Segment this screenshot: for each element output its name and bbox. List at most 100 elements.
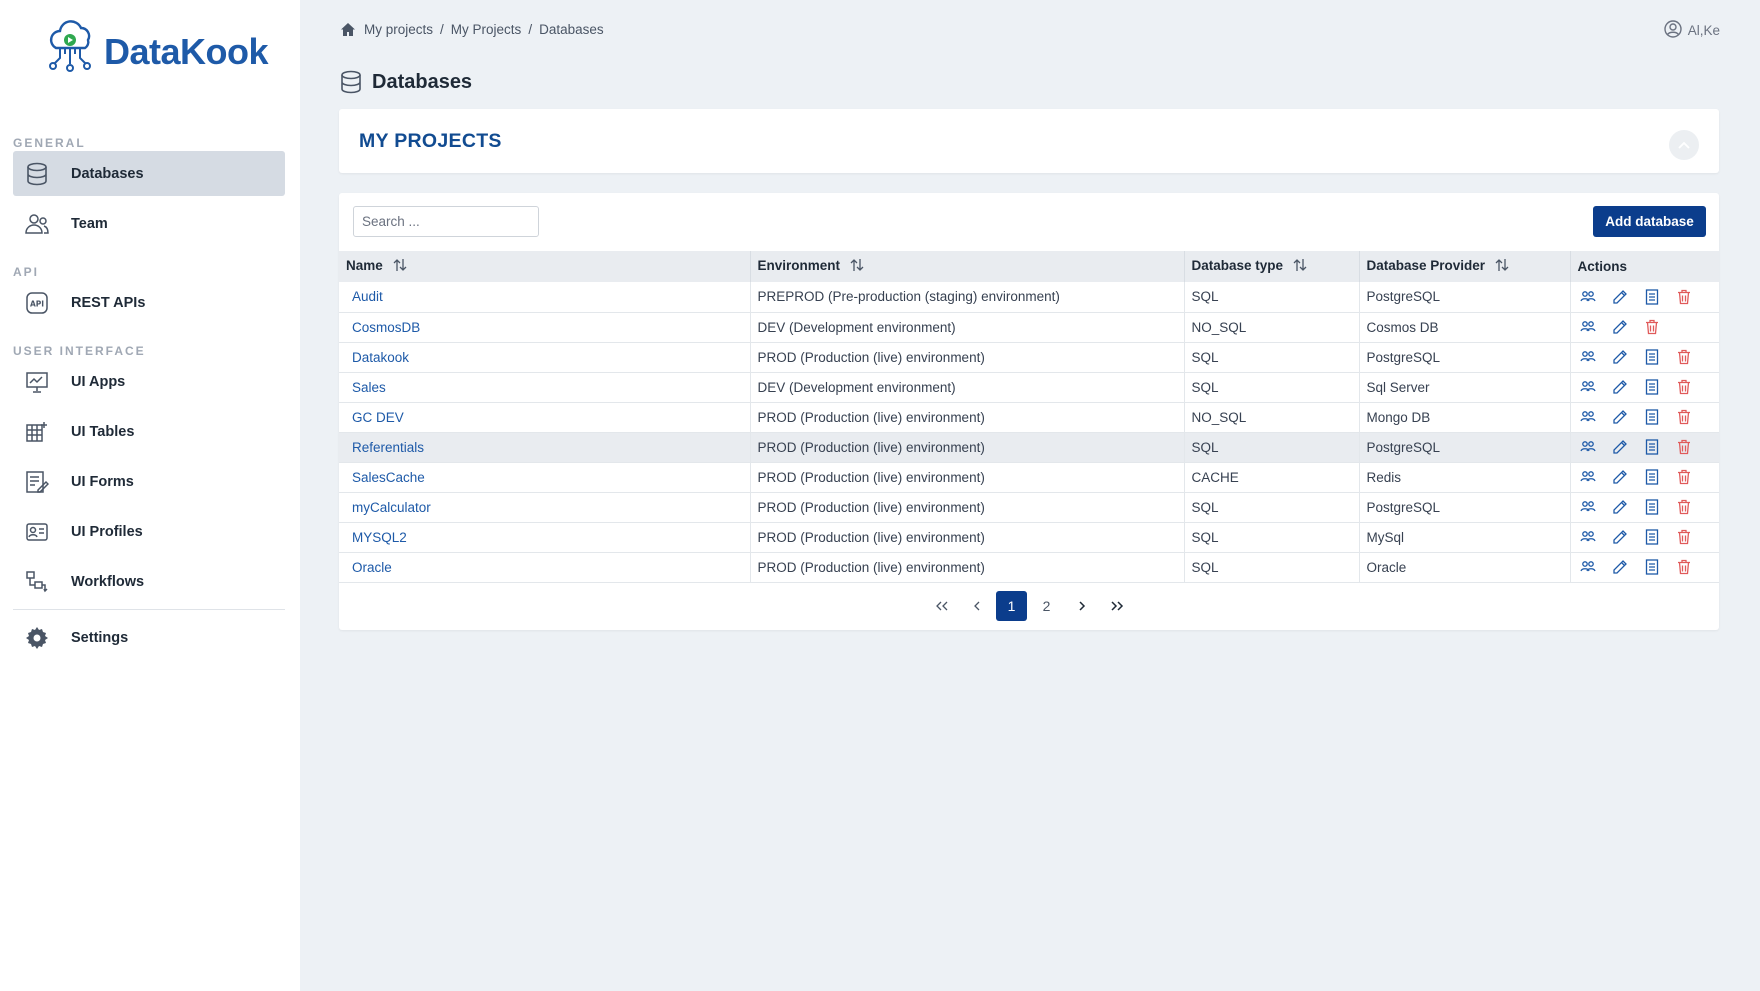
table-row[interactable]: Sales DEV (Development environment) SQL Sql…: [339, 372, 1719, 402]
table-row[interactable]: Audit PREPROD (Pre-production (staging) e…: [339, 282, 1719, 312]
document-icon[interactable]: [1643, 348, 1661, 366]
document-icon[interactable]: [1643, 288, 1661, 306]
first-page-button[interactable]: [926, 591, 957, 621]
row-actions: [1578, 318, 1720, 336]
last-page-button[interactable]: [1101, 591, 1132, 621]
cell-actions: [1570, 432, 1719, 462]
column-header-environment[interactable]: Environment: [750, 251, 1185, 282]
sort-icon[interactable]: [850, 258, 864, 275]
trash-icon[interactable]: [1675, 408, 1693, 426]
search-input[interactable]: [353, 206, 539, 237]
database-link[interactable]: SalesCache: [352, 470, 425, 485]
cell-database-provider: PostgreSQL: [1359, 492, 1571, 522]
prev-page-button[interactable]: [961, 591, 992, 621]
user-menu[interactable]: Al,Ke: [1664, 20, 1720, 41]
page-button-1[interactable]: 1: [996, 591, 1027, 621]
document-icon[interactable]: [1643, 528, 1661, 546]
sidebar-item-ui-apps[interactable]: UI Apps: [13, 359, 285, 404]
cell-name: Referentials: [339, 432, 751, 462]
database-link[interactable]: myCalculator: [352, 500, 431, 515]
pencil-icon[interactable]: [1611, 378, 1629, 396]
double-chevron-right-icon: [1110, 601, 1124, 611]
sidebar-item-databases[interactable]: Databases: [13, 151, 285, 196]
database-link[interactable]: MYSQL2: [352, 530, 407, 545]
document-icon[interactable]: [1643, 408, 1661, 426]
cell-database-type: SQL: [1184, 342, 1360, 372]
sidebar-item-ui-tables[interactable]: UI Tables: [13, 409, 285, 454]
collapse-button[interactable]: [1669, 130, 1699, 160]
sort-icon[interactable]: [393, 258, 407, 275]
sort-icon[interactable]: [1495, 258, 1509, 275]
trash-icon[interactable]: [1675, 438, 1693, 456]
trash-icon[interactable]: [1675, 468, 1693, 486]
sidebar-item-settings[interactable]: Settings: [13, 615, 285, 660]
pencil-icon[interactable]: [1611, 528, 1629, 546]
document-icon[interactable]: [1643, 378, 1661, 396]
people-share-icon[interactable]: [1579, 438, 1597, 456]
people-share-icon[interactable]: [1579, 498, 1597, 516]
people-share-icon[interactable]: [1579, 408, 1597, 426]
table-row[interactable]: myCalculator PROD (Production (live) envi…: [339, 492, 1719, 522]
table-row[interactable]: GC DEV PROD (Production (live) environmen…: [339, 402, 1719, 432]
trash-icon[interactable]: [1675, 288, 1693, 306]
pencil-icon[interactable]: [1611, 408, 1629, 426]
table-row[interactable]: Referentials PROD (Production (live) envi…: [339, 432, 1719, 462]
database-link[interactable]: GC DEV: [352, 410, 404, 425]
trash-icon[interactable]: [1675, 348, 1693, 366]
people-share-icon[interactable]: [1579, 318, 1597, 336]
column-header-database-type[interactable]: Database type: [1184, 251, 1360, 282]
pencil-icon[interactable]: [1611, 558, 1629, 576]
cell-environment: PROD (Production (live) environment): [750, 432, 1185, 462]
sidebar-item-workflows[interactable]: Workflows: [13, 559, 285, 604]
column-label: Database type: [1191, 258, 1284, 274]
people-share-icon[interactable]: [1579, 378, 1597, 396]
people-share-icon[interactable]: [1579, 528, 1597, 546]
trash-icon[interactable]: [1675, 558, 1693, 576]
page-button-2[interactable]: 2: [1031, 591, 1062, 621]
sidebar-item-rest-apis[interactable]: API REST APIs: [13, 280, 285, 325]
home-icon[interactable]: [340, 22, 356, 37]
table-row[interactable]: Oracle PROD (Production (live) environmen…: [339, 552, 1719, 582]
document-icon[interactable]: [1643, 468, 1661, 486]
profile-card-icon: [25, 520, 49, 544]
table-row[interactable]: MYSQL2 PROD (Production (live) environmen…: [339, 522, 1719, 552]
database-link[interactable]: Sales: [352, 380, 386, 395]
document-icon[interactable]: [1643, 438, 1661, 456]
trash-icon[interactable]: [1675, 528, 1693, 546]
pencil-icon[interactable]: [1611, 318, 1629, 336]
pencil-icon[interactable]: [1611, 348, 1629, 366]
people-share-icon[interactable]: [1579, 558, 1597, 576]
add-database-button[interactable]: Add database: [1593, 206, 1706, 237]
logo[interactable]: DataKook: [46, 18, 269, 85]
next-page-button[interactable]: [1066, 591, 1097, 621]
column-header-database-provider[interactable]: Database Provider: [1359, 251, 1571, 282]
database-link[interactable]: Audit: [352, 289, 383, 304]
breadcrumb-link-my-projects-2[interactable]: My Projects: [451, 22, 522, 37]
database-link[interactable]: Referentials: [352, 440, 424, 455]
breadcrumb-link-my-projects[interactable]: My projects: [364, 22, 433, 37]
pencil-icon[interactable]: [1611, 498, 1629, 516]
table-row[interactable]: Datakook PROD (Production (live) environm…: [339, 342, 1719, 372]
pencil-icon[interactable]: [1611, 288, 1629, 306]
database-link[interactable]: Datakook: [352, 350, 409, 365]
trash-icon[interactable]: [1675, 498, 1693, 516]
people-share-icon[interactable]: [1579, 348, 1597, 366]
people-share-icon[interactable]: [1579, 288, 1597, 306]
table-row[interactable]: SalesCache PROD (Production (live) enviro…: [339, 462, 1719, 492]
database-link[interactable]: CosmosDB: [352, 320, 420, 335]
column-header-name[interactable]: Name: [339, 251, 751, 282]
cell-environment: DEV (Development environment): [750, 372, 1185, 402]
sidebar-item-ui-profiles[interactable]: UI Profiles: [13, 509, 285, 554]
table-row[interactable]: CosmosDB DEV (Development environment) NO_…: [339, 312, 1719, 342]
trash-icon[interactable]: [1675, 378, 1693, 396]
people-share-icon[interactable]: [1579, 468, 1597, 486]
pencil-icon[interactable]: [1611, 438, 1629, 456]
pencil-icon[interactable]: [1611, 468, 1629, 486]
document-icon[interactable]: [1643, 498, 1661, 516]
trash-icon[interactable]: [1643, 318, 1661, 336]
sidebar-item-team[interactable]: Team: [13, 201, 285, 246]
sort-icon[interactable]: [1293, 258, 1307, 275]
database-link[interactable]: Oracle: [352, 560, 392, 575]
sidebar-item-ui-forms[interactable]: UI Forms: [13, 459, 285, 504]
document-icon[interactable]: [1643, 558, 1661, 576]
